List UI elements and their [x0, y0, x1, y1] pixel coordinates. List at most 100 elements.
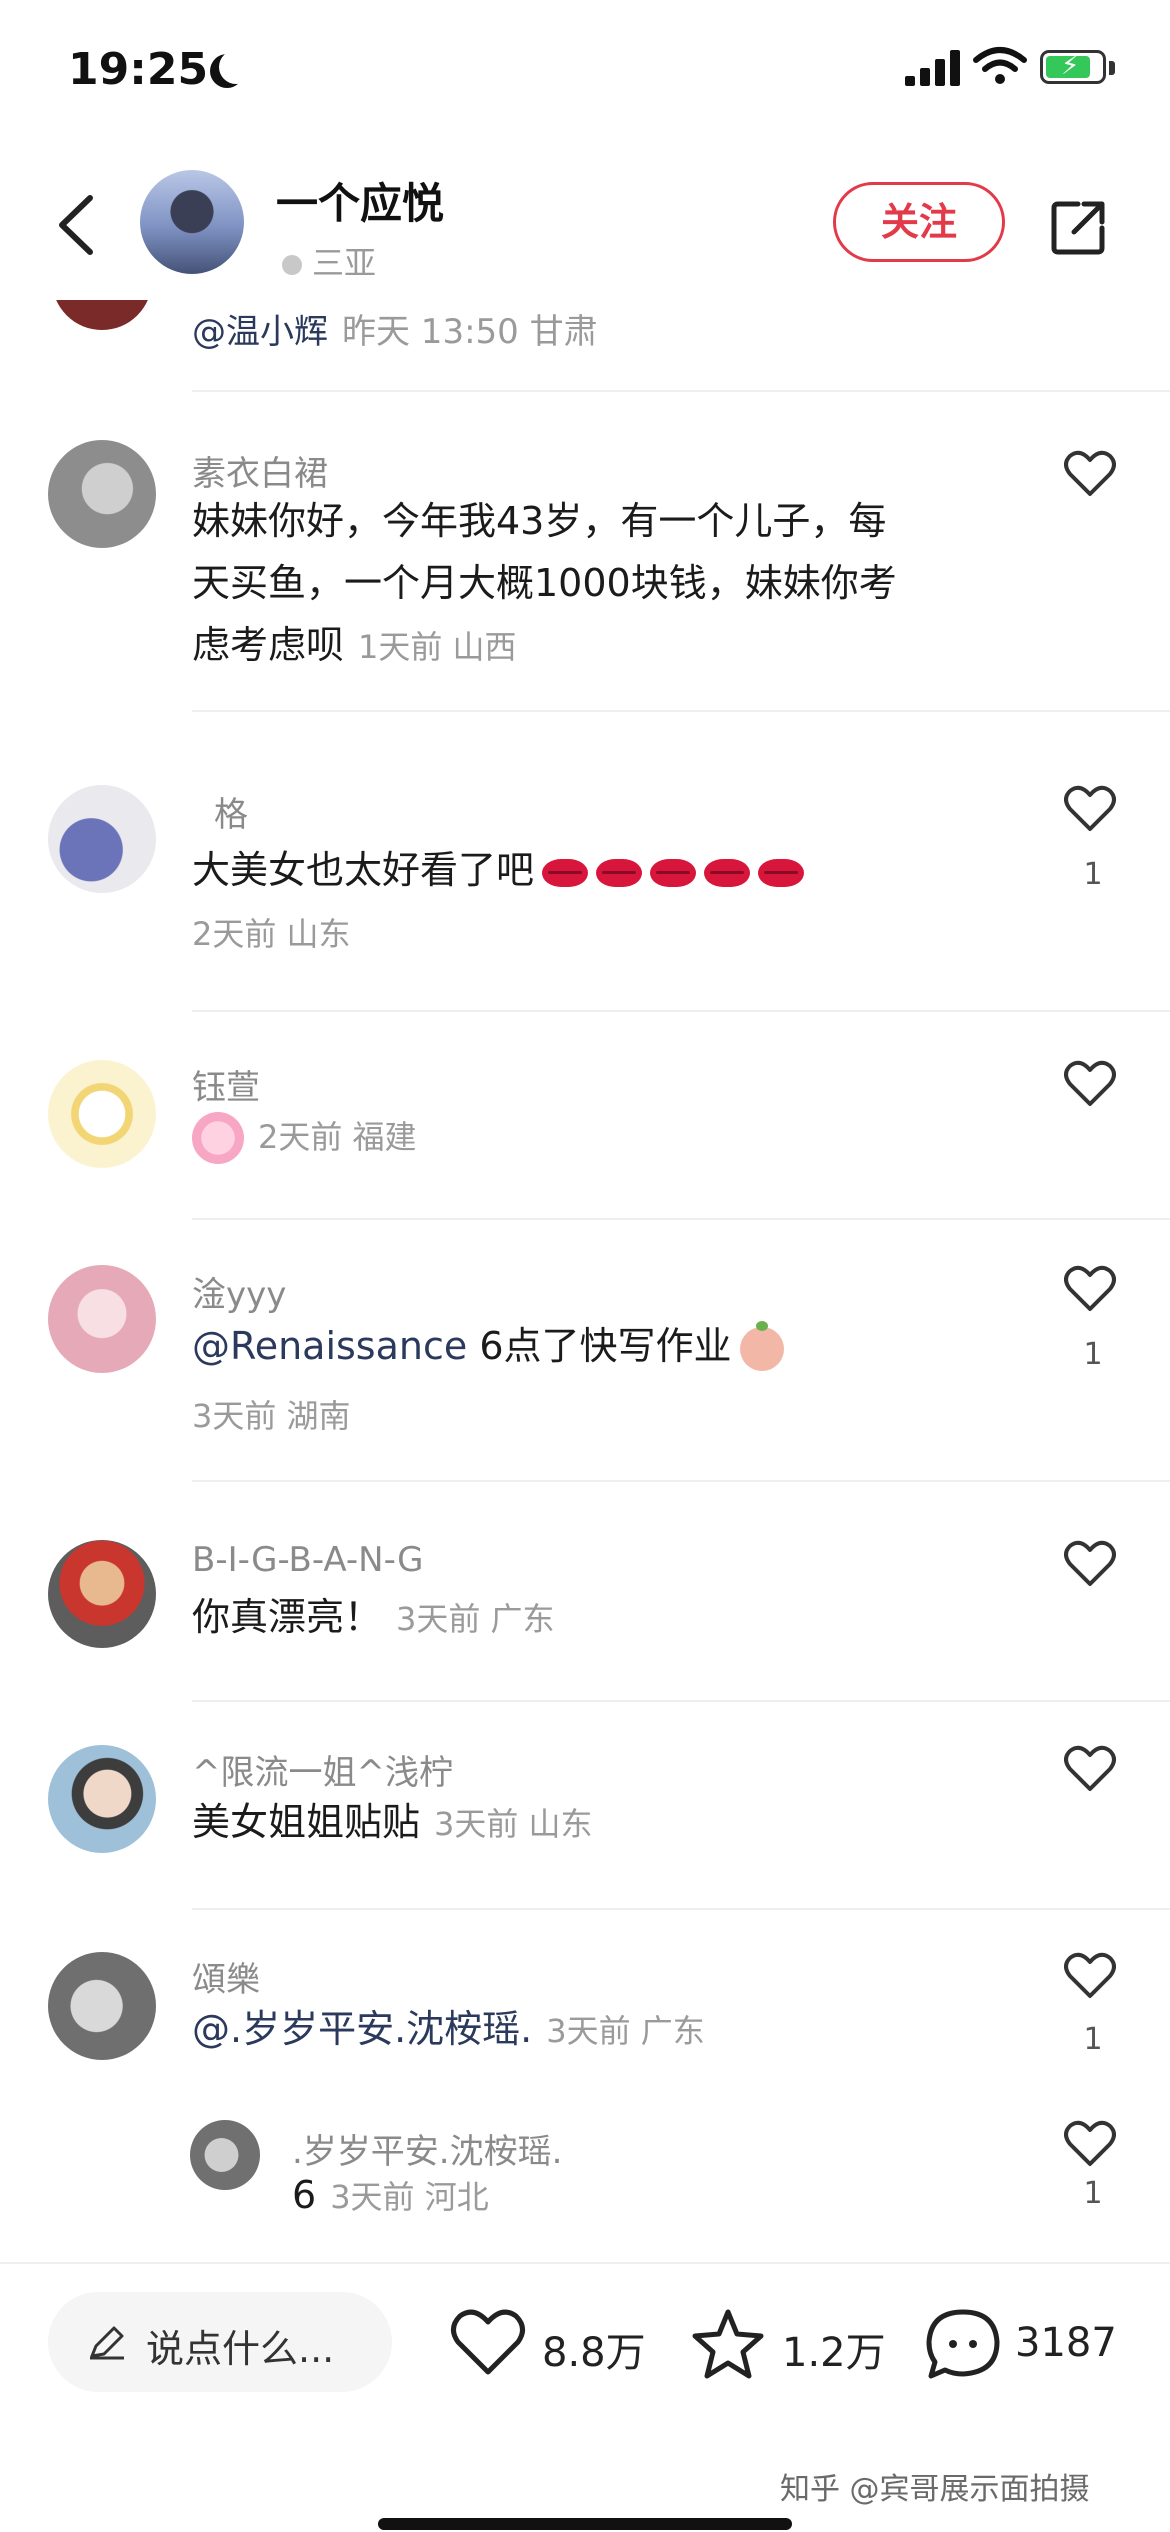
- avatar: [52, 300, 152, 330]
- battery-tip: [1109, 61, 1115, 75]
- comment-author[interactable]: B-I-G-B-A-N-G: [192, 1540, 423, 1580]
- comment-meta: 3天前 广东: [546, 2012, 705, 2050]
- comment-text: 2天前 福建: [192, 1104, 1020, 1168]
- author-name[interactable]: 一个应悦: [276, 170, 444, 231]
- like-button[interactable]: 8.8万: [450, 2308, 650, 2378]
- author-avatar[interactable]: [140, 170, 244, 274]
- sticker-image: [192, 1111, 244, 1164]
- lips-emoji: [704, 858, 751, 887]
- wifi-icon: [973, 47, 1027, 84]
- comment-item[interactable]: 淦yyy @Renaissance 6点了快写作业 3天前 湖南 1: [0, 1265, 1170, 1435]
- pencil-icon: [90, 2326, 124, 2360]
- comment-text: 6 3天前 河北: [292, 2164, 1020, 2228]
- comment-author[interactable]: 頌樂: [192, 1952, 260, 2001]
- comment-meta: 3天前 山东: [434, 1805, 593, 1843]
- comment-body: 你真漂亮！: [192, 1595, 383, 1639]
- comment-line: 妹妹你好，今年我43岁，有一个儿子，每: [192, 499, 887, 543]
- home-indicator[interactable]: [378, 2518, 792, 2530]
- heart-icon[interactable]: [1064, 1540, 1116, 1588]
- share-icon[interactable]: [1050, 198, 1108, 256]
- comment-author[interactable]: 素衣白裙: [192, 446, 328, 495]
- comment-item[interactable]: 素衣白裙 妹妹你好，今年我43岁，有一个儿子，每 天买鱼，一个月大概1000块钱…: [0, 440, 1170, 667]
- watermark-text: 知乎 @宾哥展示面拍摄: [780, 2472, 1090, 2507]
- comment-text: 你真漂亮！ 3天前 广东: [192, 1586, 1020, 1650]
- avatar[interactable]: [48, 440, 156, 548]
- chat-bubble-icon: [926, 2309, 1000, 2379]
- comment-meta: 3天前 湖南: [192, 1397, 351, 1435]
- signal-icon: [905, 50, 961, 86]
- comment-button[interactable]: 3187: [925, 2308, 1145, 2379]
- location-text: 三亚: [312, 244, 377, 282]
- like-count: 1: [1083, 2022, 1103, 2057]
- heart-icon[interactable]: [1064, 1265, 1116, 1313]
- comment-body: 6点了快写作业: [467, 1324, 732, 1368]
- favorite-count: 1.2万: [782, 2330, 886, 2376]
- mention[interactable]: @温小辉: [192, 312, 328, 352]
- comment-meta: 3天前 河北: [330, 2178, 489, 2216]
- comment-author[interactable]: 格: [214, 787, 248, 836]
- divider: [192, 1218, 1170, 1220]
- comment-line: 虑考虑呗: [192, 623, 345, 667]
- divider: [192, 1908, 1170, 1910]
- lips-emoji: [596, 858, 643, 887]
- lips-emoji: [650, 858, 697, 887]
- heart-icon[interactable]: [1064, 1060, 1116, 1108]
- avatar[interactable]: [48, 1952, 156, 2060]
- divider: [192, 1700, 1170, 1702]
- like-count: 8.8万: [542, 2330, 646, 2376]
- like-count: 1: [1083, 2176, 1103, 2211]
- mention[interactable]: @.岁岁平安.沈桉瑶.: [192, 2007, 532, 2051]
- comment-meta: 2天前 山东: [192, 915, 351, 953]
- favorite-button[interactable]: 1.2万: [690, 2308, 890, 2379]
- follow-button[interactable]: 关注: [833, 182, 1005, 262]
- peach-emoji: [739, 1320, 784, 1371]
- avatar[interactable]: [190, 2120, 260, 2190]
- comment-author[interactable]: 淦yyy: [192, 1267, 286, 1316]
- status-bar: 19:25 ⚡: [0, 0, 1170, 150]
- heart-icon[interactable]: [1064, 785, 1116, 833]
- comment-meta: 3天前 广东: [396, 1600, 555, 1638]
- heart-icon[interactable]: [1064, 1952, 1116, 2000]
- comment-item[interactable]: 钰萱 2天前 福建: [0, 1060, 1170, 1180]
- avatar[interactable]: [48, 785, 156, 893]
- comment-text: 美女姐姐贴贴 3天前 山东: [192, 1791, 1020, 1855]
- like-count: 1: [1083, 857, 1103, 892]
- input-placeholder: 说点什么...: [146, 2327, 335, 2371]
- comment-line: 天买鱼，一个月大概1000块钱，妹妹你考: [192, 561, 897, 605]
- reply-item[interactable]: .岁岁平安.沈桉瑶. 6 3天前 河北 1: [0, 2120, 1170, 2240]
- comment-list[interactable]: @温小辉 昨天 13:50 甘肃 素衣白裙 妹妹你好，今年我43岁，有一个儿子，每…: [0, 300, 1170, 2260]
- comment-text: @Renaissance 6点了快写作业: [192, 1315, 1020, 1377]
- location-icon: [282, 255, 302, 275]
- comment-input[interactable]: 说点什么...: [48, 2292, 392, 2392]
- like-count: 1: [1083, 1337, 1103, 1372]
- heart-icon[interactable]: [1064, 2120, 1116, 2168]
- comment-body: 大美女也太好看了吧: [192, 848, 535, 892]
- comment-body: 美女姐姐贴贴: [192, 1800, 421, 1844]
- avatar[interactable]: [48, 1745, 156, 1853]
- heart-icon[interactable]: [1064, 450, 1116, 498]
- comment-meta: 1天前 山西: [358, 628, 517, 666]
- author-location: 三亚: [282, 238, 376, 284]
- avatar[interactable]: [48, 1060, 156, 1168]
- comment-page: 19:25 ⚡ 一个应悦 三亚 关注 @温小辉 昨天 13:50 甘肃 素衣白裙…: [0, 0, 1170, 2532]
- partial-comment-text: @温小辉 昨天 13:50 甘肃: [192, 304, 598, 353]
- star-icon: [692, 2309, 764, 2379]
- divider: [192, 1480, 1170, 1482]
- comment-meta: 昨天 13:50 甘肃: [342, 312, 598, 352]
- comment-item[interactable]: 格 大美女也太好看了吧 2天前 山东 1: [0, 785, 1170, 953]
- back-arrow-icon[interactable]: [52, 192, 98, 258]
- divider: [192, 710, 1170, 712]
- avatar[interactable]: [48, 1540, 156, 1648]
- comment-body: 6: [292, 2173, 317, 2217]
- moon-icon: [219, 50, 253, 84]
- avatar[interactable]: [48, 1265, 156, 1373]
- lips-emoji: [542, 858, 589, 887]
- heart-icon[interactable]: [1064, 1745, 1116, 1793]
- comment-item[interactable]: ^限流一姐^浅柠 美女姐姐贴贴 3天前 山东: [0, 1745, 1170, 1865]
- battery-icon: ⚡: [1040, 50, 1106, 84]
- comment-item[interactable]: 頌樂 @.岁岁平安.沈桉瑶. 3天前 广东 1: [0, 1952, 1170, 2072]
- mention[interactable]: @Renaissance: [192, 1324, 467, 1368]
- comment-item[interactable]: B-I-G-B-A-N-G 你真漂亮！ 3天前 广东: [0, 1540, 1170, 1660]
- comment-author[interactable]: 钰萱: [192, 1060, 260, 1109]
- comment-author[interactable]: ^限流一姐^浅柠: [192, 1745, 453, 1794]
